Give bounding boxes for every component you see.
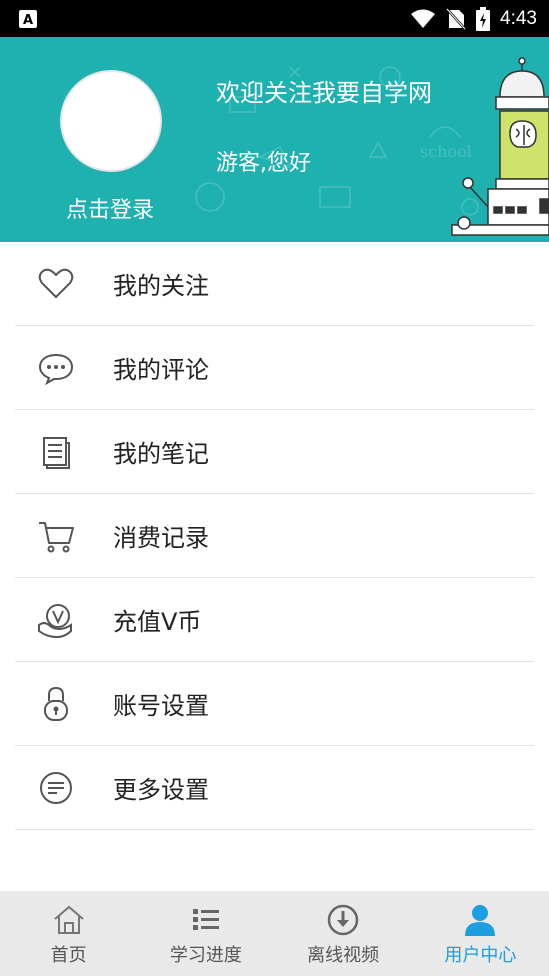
login-label[interactable]: 点击登录 bbox=[40, 192, 180, 224]
menu-item-label: 我的关注 bbox=[113, 272, 209, 300]
svg-text:A: A bbox=[23, 13, 33, 28]
menu-item-label: 消费记录 bbox=[113, 524, 209, 552]
wifi-icon bbox=[411, 9, 436, 28]
nav-user-center[interactable]: 用户中心 bbox=[412, 891, 549, 976]
greeting-text: 游客,您好 bbox=[216, 151, 311, 176]
menu-item-more-settings[interactable]: 更多设置 bbox=[15, 746, 534, 830]
more-settings-icon bbox=[40, 771, 72, 804]
home-icon bbox=[53, 905, 84, 934]
v-coin-icon bbox=[38, 603, 72, 638]
nav-label: 首页 bbox=[50, 945, 87, 966]
battery-charging-icon bbox=[476, 6, 491, 31]
welcome-text: 欢迎关注我要自学网 bbox=[216, 79, 432, 107]
robot-brain-illustration bbox=[451, 57, 549, 236]
user-menu: 我的关注 我的评论 我的笔记 消费记录 充值V币 账号设置 更多设置 bbox=[0, 242, 549, 830]
cart-icon bbox=[39, 521, 74, 552]
lock-icon bbox=[44, 686, 68, 721]
app-a-icon: A bbox=[19, 10, 37, 28]
profile-header: school 点击登录 欢迎关注我要自学网 游客,您好 bbox=[0, 37, 549, 242]
menu-item-account-settings[interactable]: 账号设置 bbox=[15, 662, 534, 746]
menu-item-label: 更多设置 bbox=[113, 776, 209, 804]
no-sim-icon bbox=[446, 7, 466, 30]
heart-icon bbox=[38, 268, 74, 298]
comment-icon bbox=[38, 353, 74, 385]
menu-item-label: 账号设置 bbox=[113, 692, 209, 720]
download-icon bbox=[327, 904, 359, 936]
menu-item-purchases[interactable]: 消费记录 bbox=[15, 494, 534, 578]
menu-item-notes[interactable]: 我的笔记 bbox=[15, 410, 534, 494]
menu-item-label: 我的评论 bbox=[113, 356, 209, 384]
menu-item-follow[interactable]: 我的关注 bbox=[15, 242, 534, 326]
status-bar: A 4:43 bbox=[0, 0, 549, 37]
menu-item-label: 充值V币 bbox=[113, 608, 202, 636]
notes-icon bbox=[43, 436, 70, 469]
nav-label: 学习进度 bbox=[169, 945, 242, 966]
nav-offline-video[interactable]: 离线视频 bbox=[275, 891, 412, 976]
avatar[interactable] bbox=[60, 70, 162, 172]
nav-label: 用户中心 bbox=[444, 945, 517, 966]
user-icon bbox=[465, 905, 496, 936]
clock-time: 4:43 bbox=[500, 7, 537, 29]
bottom-navigation: 首页 学习进度 离线视频 用户中心 bbox=[0, 891, 549, 976]
nav-learning-progress[interactable]: 学习进度 bbox=[137, 891, 274, 976]
nav-label: 离线视频 bbox=[307, 945, 380, 966]
list-icon bbox=[192, 909, 219, 930]
menu-item-comments[interactable]: 我的评论 bbox=[15, 326, 534, 410]
menu-item-label: 我的笔记 bbox=[113, 440, 209, 468]
nav-home[interactable]: 首页 bbox=[0, 891, 137, 976]
menu-item-recharge[interactable]: 充值V币 bbox=[15, 578, 534, 662]
